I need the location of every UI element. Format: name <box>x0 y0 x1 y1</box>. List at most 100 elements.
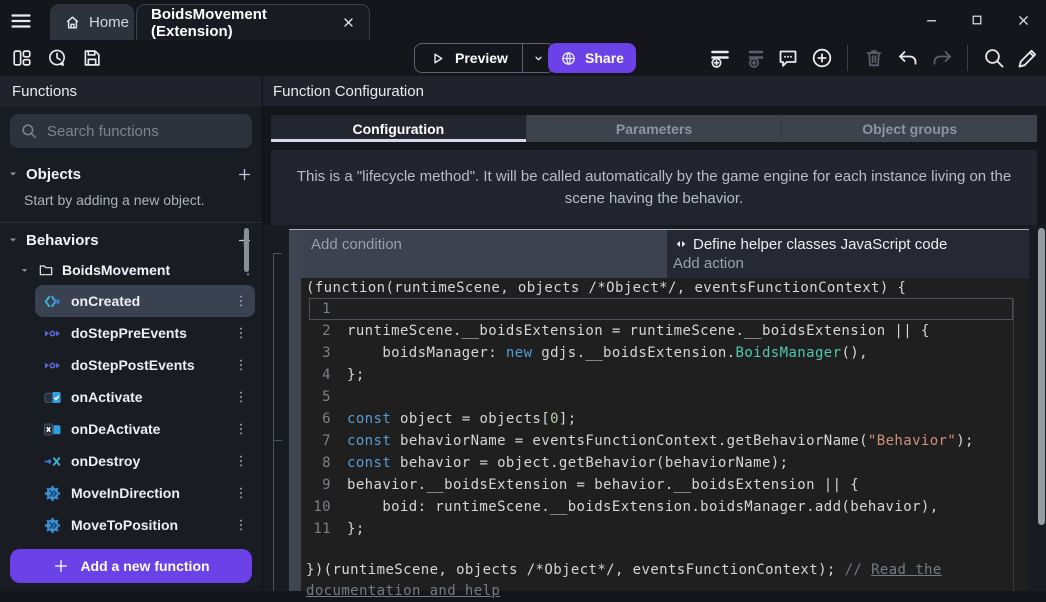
add-other-event-icon[interactable] <box>809 46 834 71</box>
code-line-9: 9behavior.__boidsExtension = behavior.__… <box>301 474 1029 496</box>
caret-down-icon[interactable] <box>0 234 26 246</box>
tab-configuration[interactable]: Configuration <box>271 115 527 142</box>
current-line-highlight <box>309 298 1013 320</box>
tab-close-icon[interactable] <box>342 16 355 29</box>
sidebar-item-doStepPostEvents[interactable]: doStepPostEvents <box>35 349 255 381</box>
code-wrapper-header: (function(runtimeScene, objects /*Object… <box>301 278 1029 298</box>
sidebar-item-doStepPreEvents[interactable]: doStepPreEvents <box>35 317 255 349</box>
code-line-2: 2runtimeScene.__boidsExtension = runtime… <box>301 320 1029 342</box>
history-icon[interactable] <box>45 46 69 70</box>
add-condition-label: Add condition <box>311 236 402 253</box>
behavior-group-row[interactable]: BoidsMovement <box>0 256 262 284</box>
sidebar-item-onDeActivate[interactable]: onDeActivate <box>35 413 255 445</box>
maximize-button[interactable] <box>954 0 1000 40</box>
js-code-editor[interactable]: (function(runtimeScene, objects /*Object… <box>301 278 1029 591</box>
sidebar-item-MoveInDirection[interactable]: MoveInDirection <box>35 477 255 509</box>
objects-section-header[interactable]: Objects <box>0 160 262 188</box>
function-item-label: MoveToPosition <box>71 517 227 533</box>
js-code-icon <box>673 236 689 252</box>
sidebar-item-onActivate[interactable]: onActivate <box>35 381 255 413</box>
function-item-label: onDestroy <box>71 453 227 469</box>
kebab-menu-icon[interactable] <box>227 449 255 473</box>
tab-home[interactable]: Home <box>50 4 134 40</box>
main-menu-icon[interactable] <box>9 9 33 33</box>
toolbar-divider <box>967 45 968 71</box>
add-event-icon[interactable] <box>707 46 732 71</box>
chevron-down-icon <box>531 51 546 66</box>
toolbar: Preview Share <box>0 40 1046 76</box>
line-number: 10 <box>301 496 347 518</box>
caret-down-icon[interactable] <box>14 265 34 276</box>
delete-icon[interactable] <box>861 46 886 71</box>
code-text: behavior.__boidsExtension = behavior.__b… <box>347 474 859 496</box>
preview-button[interactable]: Preview <box>414 43 555 73</box>
add-object-button[interactable] <box>226 166 262 183</box>
add-comment-icon[interactable] <box>775 46 800 71</box>
function-list: onCreateddoStepPreEvents doStepPostEvents… <box>0 285 262 541</box>
kebab-menu-icon[interactable] <box>227 321 255 345</box>
edit-extension-icon[interactable] <box>1015 46 1040 71</box>
kebab-menu-icon[interactable] <box>227 289 255 313</box>
search-functions-input[interactable] <box>47 123 227 140</box>
kebab-menu-icon[interactable] <box>227 481 255 505</box>
function-item-label: doStepPostEvents <box>71 357 227 373</box>
close-button[interactable] <box>1000 0 1046 40</box>
code-text: }; <box>347 518 365 540</box>
tab-object-groups[interactable]: Object groups <box>782 115 1037 142</box>
save-icon[interactable] <box>80 46 104 70</box>
code-text: }; <box>347 364 365 386</box>
add-action-label[interactable]: Add action <box>673 255 1029 277</box>
step-icon <box>41 357 63 374</box>
main-tabs: ConfigurationParametersObject groups <box>271 115 1037 142</box>
add-function-label: Add a new function <box>80 558 209 574</box>
kebab-menu-icon[interactable] <box>227 353 255 377</box>
code-line-4: 4}; <box>301 364 1029 386</box>
kebab-menu-icon[interactable] <box>227 385 255 409</box>
js-event-title[interactable]: Define helper classes JavaScript code <box>673 233 1029 255</box>
event-indent-tick <box>273 253 282 254</box>
events-sheet: Add condition Define helper classes Java… <box>263 225 1046 591</box>
add-condition-cell[interactable]: Add condition <box>301 230 667 278</box>
objects-section-title: Objects <box>26 166 226 183</box>
behaviors-section-title: Behaviors <box>26 232 226 249</box>
minimize-button[interactable] <box>908 0 954 40</box>
print-margin-line <box>1013 298 1014 591</box>
preview-button-main[interactable]: Preview <box>415 44 522 72</box>
sidebar-item-onDestroy[interactable]: onDestroy <box>35 445 255 477</box>
redo-icon[interactable] <box>929 46 954 71</box>
tab-parameters[interactable]: Parameters <box>527 115 783 142</box>
add-sub-event-icon[interactable] <box>741 46 766 71</box>
kebab-menu-icon[interactable] <box>227 513 255 537</box>
project-manager-icon[interactable] <box>10 46 34 70</box>
sidebar-item-onCreated[interactable]: onCreated <box>35 285 255 317</box>
caret-down-icon[interactable] <box>0 168 26 180</box>
destroy-icon <box>41 453 63 470</box>
folder-icon <box>34 262 58 278</box>
code-text: const behavior = object.getBehavior(beha… <box>347 452 788 474</box>
search-icon[interactable] <box>981 46 1006 71</box>
activate-icon <box>41 389 63 406</box>
function-item-label: onActivate <box>71 389 227 405</box>
code-text: const object = objects[0]; <box>347 408 577 430</box>
event-drag-handle[interactable] <box>289 230 301 591</box>
events-scrollbar[interactable] <box>1038 228 1045 525</box>
home-icon <box>64 14 81 31</box>
js-event-title-label: Define helper classes JavaScript code <box>693 236 947 253</box>
tab-extension[interactable]: BoidsMovement (Extension) <box>136 4 370 40</box>
sidebar-item-MoveToPosition[interactable]: MoveToPosition <box>35 509 255 541</box>
line-number: 3 <box>301 342 347 364</box>
share-button[interactable]: Share <box>548 43 636 73</box>
add-function-button[interactable]: Add a new function <box>10 549 252 583</box>
event-indent-tick <box>273 440 282 441</box>
behaviors-section-header[interactable]: Behaviors <box>0 226 262 254</box>
sidebar-scrollbar[interactable] <box>244 228 249 272</box>
search-functions-box[interactable] <box>10 114 252 148</box>
undo-icon[interactable] <box>895 46 920 71</box>
play-icon <box>429 50 446 67</box>
tab-extension-label: BoidsMovement (Extension) <box>151 6 332 40</box>
code-wrapper-footer: })(runtimeScene, objects /*Object*/, eve… <box>301 560 1023 602</box>
line-number: 6 <box>301 408 347 430</box>
toolbar-divider <box>847 45 848 71</box>
kebab-menu-icon[interactable] <box>227 417 255 441</box>
sidebar-header: Functions <box>0 76 262 106</box>
